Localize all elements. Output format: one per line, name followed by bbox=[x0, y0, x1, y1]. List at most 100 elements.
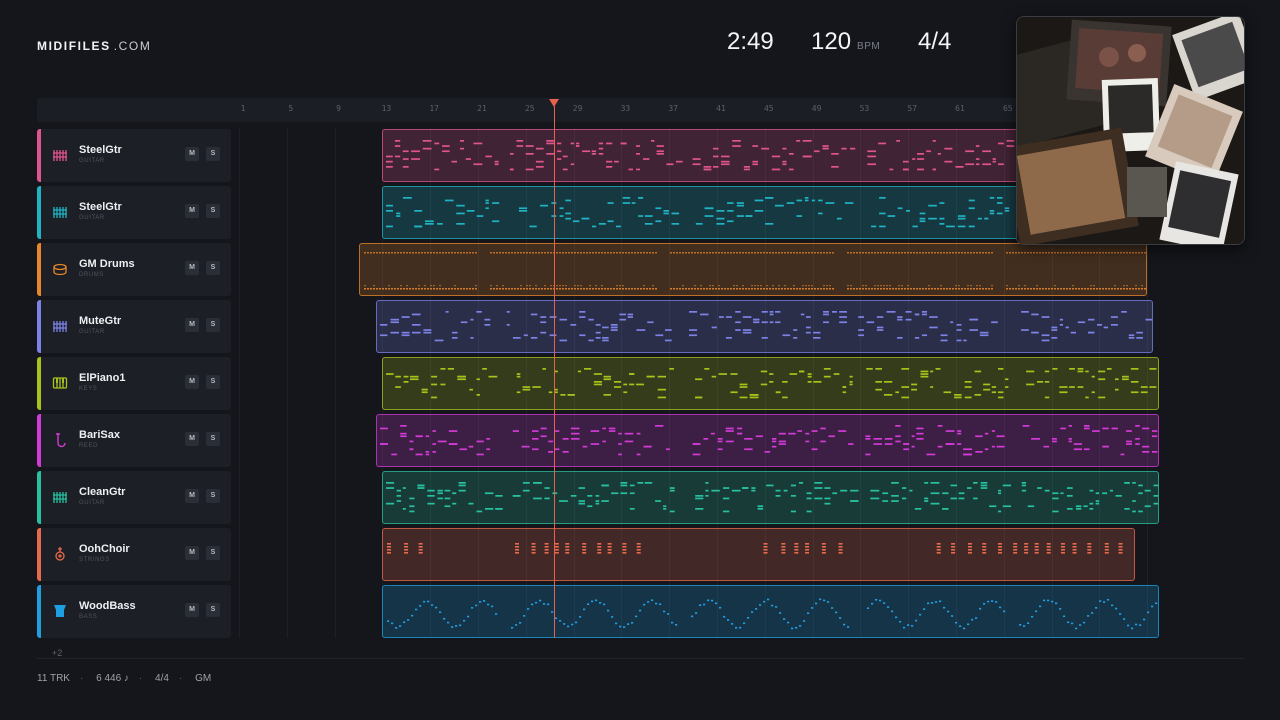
album-cover-collage bbox=[1016, 16, 1245, 245]
ruler-tick: 9 bbox=[336, 104, 342, 113]
track-count: 11 TRK bbox=[37, 673, 70, 684]
track-color-bar bbox=[37, 186, 41, 239]
solo-button[interactable]: S bbox=[206, 375, 220, 389]
choir-icon bbox=[52, 546, 68, 562]
more-tracks-indicator[interactable]: +2 bbox=[52, 648, 62, 658]
track-name[interactable]: ElPiano1 bbox=[79, 372, 125, 384]
site-logo[interactable]: MIDIFILES .COM bbox=[37, 39, 151, 53]
track-header[interactable]: OohChoir STRINGS M S bbox=[37, 528, 231, 581]
mute-button[interactable]: M bbox=[185, 432, 199, 446]
ruler-tick: 25 bbox=[524, 104, 535, 113]
ruler-tick: 37 bbox=[668, 104, 679, 113]
track-color-bar bbox=[37, 129, 41, 182]
track-header[interactable]: SteelGtr GUITAR M S bbox=[37, 129, 231, 182]
track-category: GUITAR bbox=[79, 158, 105, 164]
ruler-tick: 1 bbox=[240, 104, 246, 113]
track-category: GUITAR bbox=[79, 215, 105, 221]
track-category: REED bbox=[79, 443, 99, 449]
ruler-tick: 13 bbox=[381, 104, 392, 113]
drum-icon bbox=[52, 261, 68, 277]
ruler-tick: 17 bbox=[429, 104, 440, 113]
track-header[interactable]: CleanGtr GUITAR M S bbox=[37, 471, 231, 524]
track-name[interactable]: GM Drums bbox=[79, 258, 135, 270]
midi-clip[interactable] bbox=[382, 585, 1159, 638]
midi-clip[interactable] bbox=[376, 414, 1159, 467]
ruler-tick: 41 bbox=[716, 104, 726, 113]
track-color-bar bbox=[37, 243, 41, 296]
status-footer: 11 TRK · 6 446 ♪ · 4/4 · GM bbox=[37, 673, 212, 684]
grid-line bbox=[287, 128, 288, 638]
track-category: STRINGS bbox=[79, 557, 110, 563]
track-category: DRUMS bbox=[79, 272, 104, 278]
midi-clip[interactable] bbox=[382, 357, 1159, 410]
solo-button[interactable]: S bbox=[206, 603, 220, 617]
note-pattern bbox=[386, 482, 1158, 513]
track-name[interactable]: BariSax bbox=[79, 429, 120, 441]
track-header[interactable]: BariSax REED M S bbox=[37, 414, 231, 467]
mute-button[interactable]: M bbox=[185, 147, 199, 161]
guitar-grid-icon bbox=[52, 489, 68, 505]
ruler-tick: 29 bbox=[572, 104, 583, 113]
track-name[interactable]: OohChoir bbox=[79, 543, 130, 555]
note-pattern bbox=[386, 368, 1157, 399]
track-name[interactable]: WoodBass bbox=[79, 600, 136, 612]
ruler-tick: 61 bbox=[955, 104, 965, 113]
mute-button[interactable]: M bbox=[185, 375, 199, 389]
ruler-tick: 65 bbox=[1002, 104, 1013, 113]
track-header[interactable]: GM Drums DRUMS M S bbox=[37, 243, 231, 296]
solo-button[interactable]: S bbox=[206, 489, 220, 503]
solo-button[interactable]: S bbox=[206, 261, 220, 275]
solo-button[interactable]: S bbox=[206, 318, 220, 332]
bass-icon bbox=[52, 603, 68, 619]
midi-clip[interactable] bbox=[359, 243, 1147, 296]
track-color-bar bbox=[37, 357, 41, 410]
mute-button[interactable]: M bbox=[185, 603, 199, 617]
midi-clip[interactable] bbox=[382, 528, 1135, 581]
track-header[interactable]: ElPiano1 KEYS M S bbox=[37, 357, 231, 410]
guitar-grid-icon bbox=[52, 318, 68, 334]
note-pattern bbox=[380, 425, 1158, 456]
grid-line bbox=[239, 128, 240, 638]
track-name[interactable]: SteelGtr bbox=[79, 144, 122, 156]
solo-button[interactable]: S bbox=[206, 204, 220, 218]
ruler-tick: 53 bbox=[859, 104, 870, 113]
guitar-grid-icon bbox=[52, 204, 68, 220]
solo-button[interactable]: S bbox=[206, 546, 220, 560]
ruler-tick: 33 bbox=[620, 104, 631, 113]
track-category: BASS bbox=[79, 614, 98, 620]
midi-clip[interactable] bbox=[376, 300, 1153, 353]
mute-button[interactable]: M bbox=[185, 204, 199, 218]
time-signature-display: 4/4 bbox=[918, 28, 952, 55]
midi-clip[interactable] bbox=[382, 471, 1159, 524]
ruler-tick: 45 bbox=[763, 104, 774, 113]
track-category: KEYS bbox=[79, 386, 98, 392]
time-display: 2:49 bbox=[727, 28, 774, 55]
mute-button[interactable]: M bbox=[185, 546, 199, 560]
track-color-bar bbox=[37, 585, 41, 638]
solo-button[interactable]: S bbox=[206, 432, 220, 446]
ruler-tick: 5 bbox=[288, 104, 294, 113]
note-count: 6 446 ♪ bbox=[96, 673, 129, 684]
note-pattern bbox=[387, 598, 1158, 630]
playhead-line[interactable] bbox=[554, 106, 555, 638]
note-pattern bbox=[380, 311, 1152, 342]
track-header[interactable]: MuteGtr GUITAR M S bbox=[37, 300, 231, 353]
midi-standard: GM bbox=[195, 673, 212, 684]
track-header[interactable]: WoodBass BASS M S bbox=[37, 585, 231, 638]
track-name[interactable]: MuteGtr bbox=[79, 315, 121, 327]
sax-icon bbox=[52, 432, 68, 448]
track-name[interactable]: SteelGtr bbox=[79, 201, 122, 213]
footer-meter: 4/4 bbox=[155, 673, 169, 684]
tempo-display: 120 BPM bbox=[811, 28, 881, 55]
piano-icon bbox=[52, 375, 68, 391]
mute-button[interactable]: M bbox=[185, 489, 199, 503]
note-pattern bbox=[364, 252, 1146, 290]
solo-button[interactable]: S bbox=[206, 147, 220, 161]
mute-button[interactable]: M bbox=[185, 318, 199, 332]
track-header[interactable]: SteelGtr GUITAR M S bbox=[37, 186, 231, 239]
mute-button[interactable]: M bbox=[185, 261, 199, 275]
track-name[interactable]: CleanGtr bbox=[79, 486, 125, 498]
grid-line bbox=[335, 128, 336, 638]
track-color-bar bbox=[37, 414, 41, 467]
track-color-bar bbox=[37, 471, 41, 524]
